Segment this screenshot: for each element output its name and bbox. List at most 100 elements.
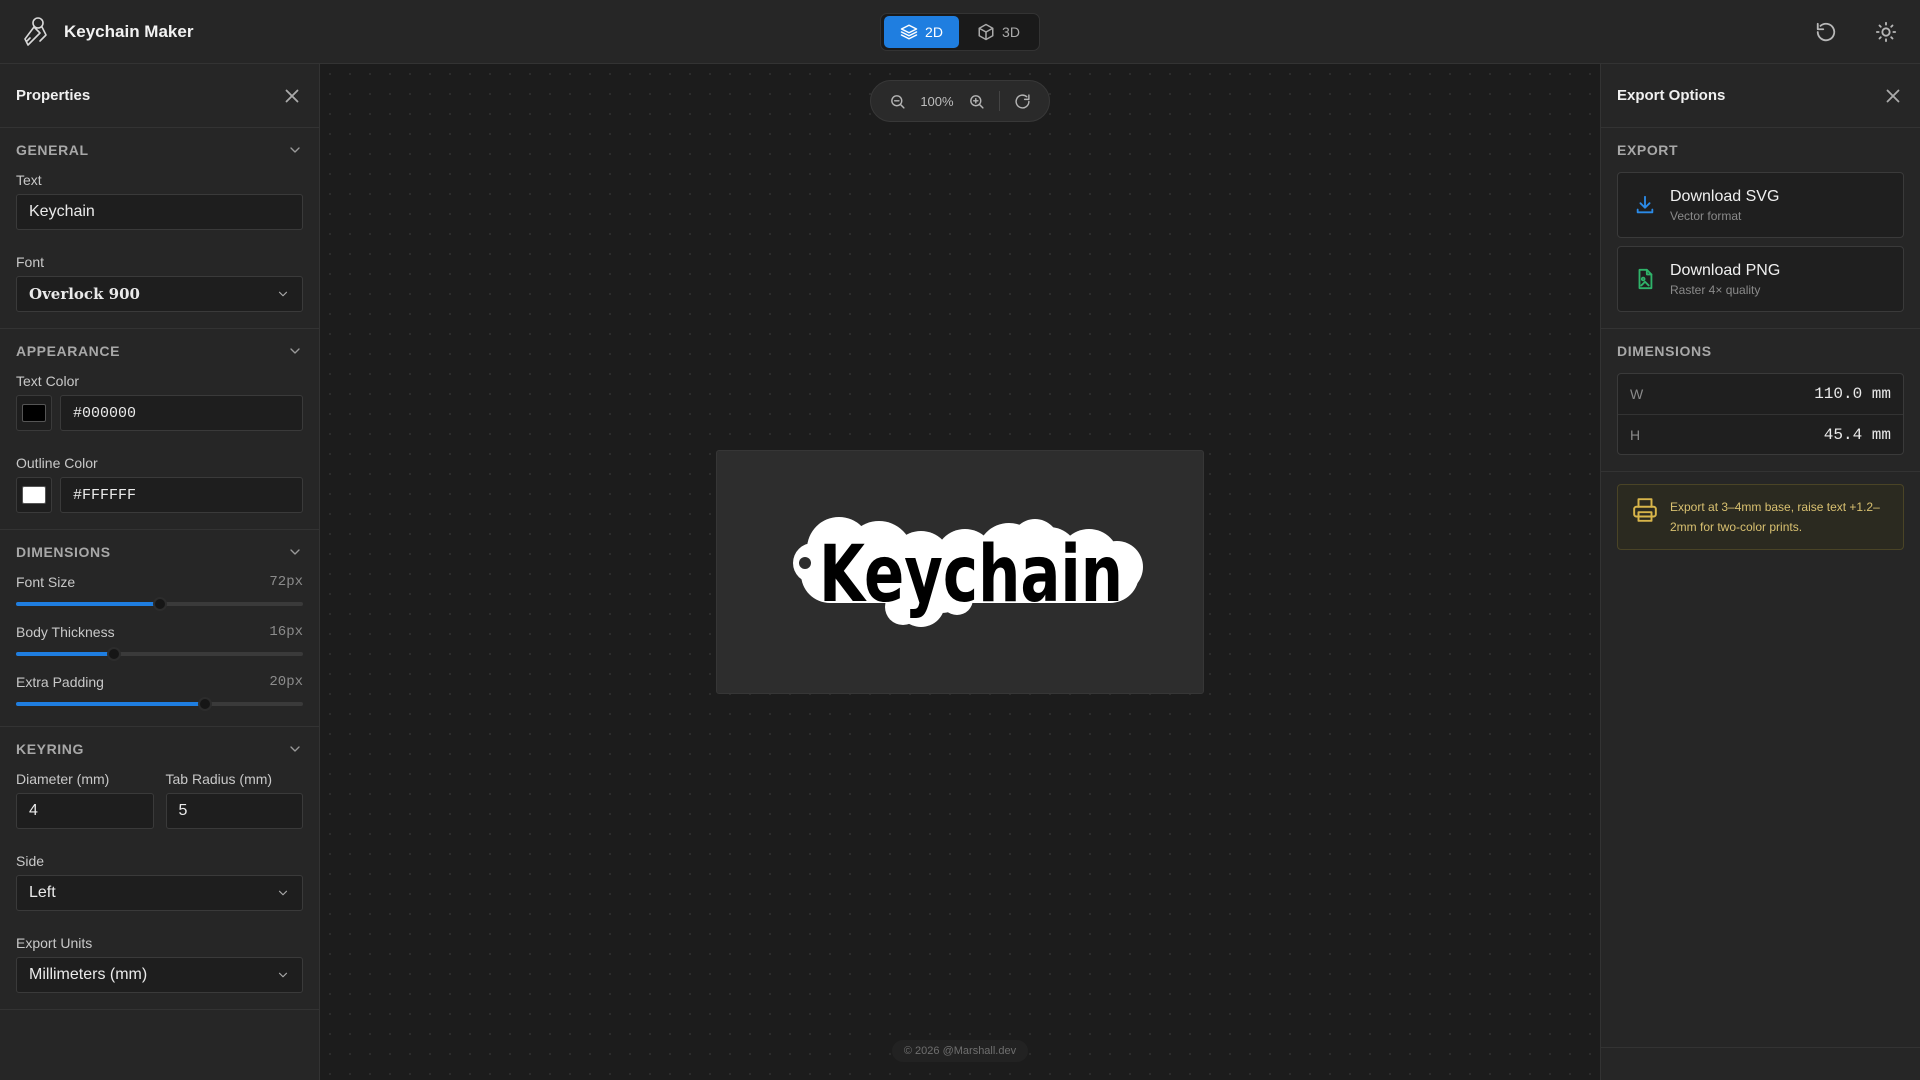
width-key: W: [1630, 386, 1644, 402]
chevron-down-icon: [287, 544, 303, 560]
font-size-field: Font Size 72px: [16, 574, 303, 611]
font-select[interactable]: Overlock 900: [16, 276, 303, 312]
zoom-out-button[interactable]: [887, 90, 909, 112]
dimensions-section-header[interactable]: DIMENSIONS: [16, 530, 303, 574]
download-png-label: Download PNG: [1670, 261, 1781, 279]
appearance-section-header[interactable]: APPEARANCE: [16, 329, 303, 373]
height-value: 45.4 mm: [1823, 425, 1891, 444]
outline-color-label: Outline Color: [16, 455, 98, 471]
zoom-divider: [998, 91, 1000, 111]
extra-padding-label: Extra Padding: [16, 674, 104, 690]
chevron-down-icon: [287, 741, 303, 757]
sun-icon: [1875, 21, 1897, 43]
mode-3d-label: 3D: [1002, 24, 1020, 40]
panel-divider: [1601, 1047, 1920, 1048]
download-png-sub: Raster 4× quality: [1670, 282, 1761, 297]
top-header: Keychain Maker 2D 3D: [0, 0, 1920, 64]
side-label: Side: [16, 853, 45, 869]
export-units-value: Millimeters (mm): [29, 966, 148, 983]
text-input[interactable]: [16, 194, 303, 230]
chevron-down-icon: [276, 968, 290, 982]
keyring-hole: [799, 557, 811, 569]
slider-thumb[interactable]: [106, 647, 121, 661]
dimensions-heading: DIMENSIONS: [16, 544, 111, 560]
export-units-select[interactable]: Millimeters (mm): [16, 957, 303, 993]
general-section-header[interactable]: GENERAL: [16, 128, 303, 172]
mode-3d-button[interactable]: 3D: [961, 16, 1036, 48]
properties-title: Properties: [16, 87, 91, 104]
appearance-heading: APPEARANCE: [16, 343, 121, 359]
height-row: H 45.4 mm: [1618, 414, 1903, 454]
font-size-slider[interactable]: [16, 597, 303, 611]
dimensions-readout: W 110.0 mm H 45.4 mm: [1617, 373, 1904, 455]
side-select[interactable]: Left: [16, 875, 303, 911]
properties-header: Properties: [0, 64, 319, 128]
body-thickness-value: 16px: [269, 624, 303, 640]
mode-2d-button[interactable]: 2D: [884, 16, 959, 48]
slider-fill: [16, 602, 160, 606]
keychain-logo-icon: [18, 15, 52, 49]
font-label: Font: [16, 254, 45, 270]
design-canvas[interactable]: 100% Keychain © 2026 @Marshall.dev: [320, 64, 1600, 1080]
diameter-field: Diameter (mm): [16, 771, 154, 829]
diameter-label: Diameter (mm): [16, 771, 110, 787]
export-units-label: Export Units: [16, 935, 93, 951]
theme-toggle-button[interactable]: [1870, 16, 1902, 48]
zoom-out-icon: [889, 93, 906, 110]
text-color-swatch: [22, 404, 46, 422]
download-png-button[interactable]: Download PNG Raster 4× quality: [1617, 246, 1904, 312]
zoom-in-icon: [968, 93, 985, 110]
reset-view-button[interactable]: [1011, 90, 1033, 112]
header-actions: [1810, 16, 1902, 48]
print-tip: Export at 3–4mm base, raise text +1.2–2m…: [1617, 484, 1904, 550]
font-field: Font Overlock 900: [16, 254, 303, 312]
tab-radius-field: Tab Radius (mm): [165, 771, 303, 853]
keychain-text: Keychain: [819, 530, 1123, 620]
download-svg-button[interactable]: Download SVG Vector format: [1617, 172, 1904, 238]
reset-button[interactable]: [1810, 16, 1842, 48]
rotate-ccw-icon: [1815, 21, 1837, 43]
appearance-section: APPEARANCE Text Color Outline Color: [0, 329, 319, 530]
diameter-input[interactable]: [16, 793, 154, 829]
general-section: GENERAL Text Font Overlock 900: [0, 128, 319, 329]
zoom-level: 100%: [920, 93, 954, 109]
export-dimensions-heading: DIMENSIONS: [1617, 343, 1712, 359]
zoom-toolbar: 100%: [870, 80, 1050, 122]
export-options-panel: Export Options EXPORT Download SVG Vecto…: [1600, 64, 1920, 1080]
export-options-header: Export Options: [1601, 64, 1920, 128]
font-size-value: 72px: [269, 574, 303, 590]
close-icon[interactable]: [281, 85, 303, 107]
width-row: W 110.0 mm: [1618, 374, 1903, 414]
general-heading: GENERAL: [16, 142, 89, 158]
side-field: Side Left: [16, 853, 303, 911]
outline-color-input[interactable]: [60, 477, 303, 513]
slider-thumb[interactable]: [198, 697, 213, 711]
text-color-field: Text Color: [16, 373, 303, 431]
extra-padding-value: 20px: [269, 674, 303, 690]
keyring-section-header[interactable]: KEYRING: [16, 727, 303, 771]
font-select-value: Overlock 900: [29, 285, 140, 303]
close-icon[interactable]: [1882, 85, 1904, 107]
chevron-down-icon: [276, 287, 290, 301]
text-color-swatch-button[interactable]: [16, 395, 52, 431]
brand: Keychain Maker: [18, 15, 193, 49]
zoom-in-button[interactable]: [965, 90, 987, 112]
keyring-section: KEYRING Diameter (mm) Tab Radius (mm) Si…: [0, 727, 319, 1010]
download-svg-label: Download SVG: [1670, 187, 1780, 205]
chevron-down-icon: [276, 886, 290, 900]
outline-color-swatch-button[interactable]: [16, 477, 52, 513]
body-thickness-slider[interactable]: [16, 647, 303, 661]
download-icon: [1634, 194, 1656, 216]
width-value: 110.0 mm: [1814, 385, 1891, 403]
tab-radius-input[interactable]: [165, 793, 303, 829]
export-options-title: Export Options: [1617, 87, 1726, 104]
text-color-input[interactable]: [60, 395, 303, 431]
layers-icon: [900, 23, 918, 41]
chevron-down-icon: [287, 142, 303, 158]
app-title: Keychain Maker: [64, 21, 194, 41]
keychain-preview[interactable]: Keychain: [781, 505, 1151, 641]
view-mode-toggle: 2D 3D: [880, 13, 1040, 51]
body-thickness-field: Body Thickness 16px: [16, 624, 303, 661]
slider-thumb[interactable]: [152, 597, 167, 611]
extra-padding-slider[interactable]: [16, 697, 303, 711]
